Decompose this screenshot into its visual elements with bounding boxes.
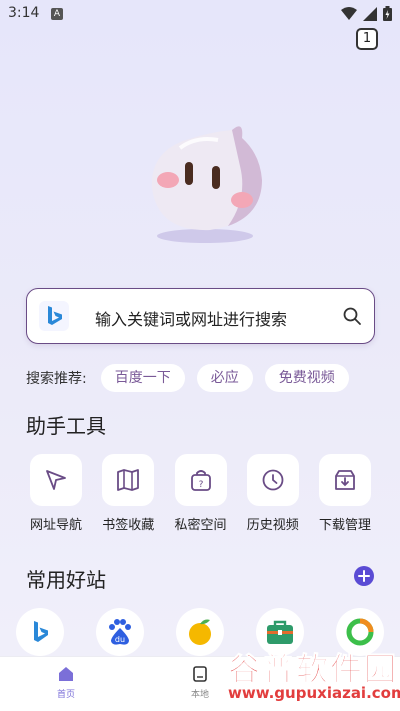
search-icon[interactable] [342,306,362,326]
bing-logo-icon [34,621,48,642]
battery-icon [383,6,392,21]
private-bag-icon: ? [174,454,227,506]
nav-home-label: 首页 [56,690,75,700]
tool-web-nav[interactable]: 网址导航 [26,454,86,533]
tool-download-manager[interactable]: 下载管理 [315,454,375,533]
search-recommend-row: 搜索推荐: 百度一下 必应 免费视频 [26,364,349,392]
tab-count-button[interactable]: 1 [356,28,378,50]
map-book-icon [102,454,155,506]
watermark-url: www.gupuxiazai.com [228,684,400,702]
plus-icon [358,570,370,582]
clock-icon [246,454,299,506]
chip-bing[interactable]: 必应 [196,364,253,392]
signal-icon [363,6,377,21]
sites-section-title: 常用好站 [26,568,106,592]
download-box-icon [319,454,371,506]
notification-icon: A [51,8,63,20]
svg-text:du: du [115,635,125,644]
add-site-button[interactable] [354,566,374,586]
cursor-icon [30,454,82,506]
mascot-image [151,126,262,243]
nav-home[interactable]: 首页 [36,665,96,700]
home-icon [59,667,73,681]
tool-label: 私密空间 [174,518,227,533]
tool-label: 书签收藏 [102,518,155,533]
status-time: 3:14 [8,5,40,21]
status-icons [341,6,392,21]
watermark: 谷普软件园 www.gupuxiazai.com [200,640,400,708]
chip-free-video[interactable]: 免费视频 [264,364,349,392]
tool-label: 历史视频 [246,518,299,533]
site-baidu[interactable]: du [96,608,144,656]
tool-bookmarks[interactable]: 书签收藏 [98,454,158,533]
status-bar: 3:14 A [0,0,400,28]
search-box[interactable]: 输入关键词或网址进行搜索 [26,288,375,344]
tool-private-space[interactable]: ? 私密空间 [171,454,231,533]
tool-history-video[interactable]: 历史视频 [243,454,303,533]
svg-text:?: ? [198,480,203,490]
search-recommend-label: 搜索推荐: [26,371,87,387]
baidu-logo-icon: du [109,619,131,645]
tool-label: 下载管理 [318,518,371,533]
bing-engine-icon[interactable] [39,301,69,331]
wifi-icon [341,6,357,20]
search-input[interactable]: 输入关键词或网址进行搜索 [95,306,287,330]
chip-baidu[interactable]: 百度一下 [100,364,185,392]
tools-grid: 网址导航 书签收藏 ? 私密空间 历史视频 下载管理 [26,454,375,533]
site-bing[interactable] [16,608,64,656]
tools-section-title: 助手工具 [26,414,106,438]
tool-label: 网址导航 [29,518,82,533]
